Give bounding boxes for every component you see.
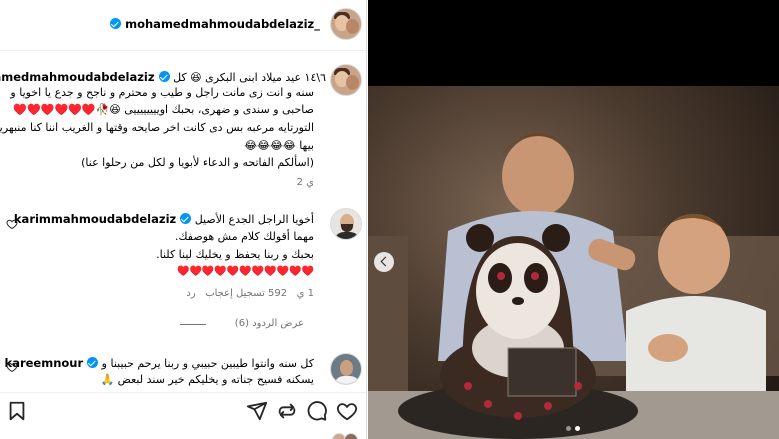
caption-line-6: (اسألكم الفاتحه و الدعاء لأبويا و لكل من…: [81, 156, 314, 169]
comment-2-username[interactable]: kareemnour: [5, 356, 99, 370]
comment-1-line-2: مهما أقولك كلام مش هوصفك.: [175, 230, 314, 243]
caption-line-4: التورتايه مرعبه بس دى كانت اخر صايحه وقت…: [0, 121, 314, 134]
comment-1-reply-button[interactable]: رد: [186, 288, 195, 299]
caption-line-3: صاحبى و سندى و ضهرى، بحبك اوييييييييى 😆🥀…: [13, 103, 314, 116]
header-divider: [0, 50, 366, 51]
comment-icon[interactable]: [306, 400, 328, 422]
previous-image-button[interactable]: [374, 252, 394, 272]
caption-line-2: سنه و انت زى مانت راجل و طيب و محترم و ن…: [10, 86, 314, 99]
comments-panel: mohamedmahmoudabdelaziz_ ٦\١٤ عيد ميلاد …: [0, 0, 367, 439]
comment-avatar-karim[interactable]: [330, 208, 362, 240]
comment-2-line-2: يسكنه فسيح جناته و يخليكم خير سند لبعض 🙏: [100, 373, 314, 386]
liked-by-avatar[interactable]: [344, 433, 358, 439]
comment-1-line-1: أخويا الراجل الجدع الأصيل karimmahmoudab…: [13, 212, 314, 226]
comment-1-time: 1 ي: [296, 288, 314, 299]
verified-badge-icon: [158, 71, 170, 82]
caption-username[interactable]: mohamedmahmoudabdelaziz_: [0, 70, 170, 84]
carousel-dot: [566, 426, 571, 431]
verified-badge-icon: [110, 18, 122, 29]
comment-1-username[interactable]: karimmahmoudabdelaziz: [14, 212, 192, 226]
repost-icon[interactable]: [276, 400, 298, 422]
heart-icon[interactable]: [336, 400, 358, 422]
verified-badge-icon: [180, 213, 192, 224]
header-username[interactable]: mohamedmahmoudabdelaziz_: [110, 17, 320, 31]
actions-divider: [0, 392, 366, 393]
bookmark-icon[interactable]: [6, 400, 28, 422]
post-photo[interactable]: [368, 86, 779, 439]
comment-1-meta: 1 ي 592 تسجيل إعجاب رد: [186, 288, 314, 299]
carousel-dot: [575, 426, 580, 431]
comment-1-likes[interactable]: 592 تسجيل إعجاب: [205, 288, 287, 299]
comment-1-line-3: بحبك و ربنا يحفظ و يخليك لينا كلنا.: [156, 248, 314, 261]
media-panel: [368, 0, 779, 439]
caption-line-5: بيها 😂😂😂😂: [244, 139, 314, 152]
caption-timestamp: 2 ي: [296, 177, 314, 188]
share-icon[interactable]: [246, 400, 268, 422]
view-replies-button[interactable]: عرض الردود (6): [235, 318, 304, 329]
verified-badge-icon: [87, 357, 99, 368]
comment-1-line-4: ♥️♥️♥️♥️♥️♥️♥️♥️♥️♥️♥️: [177, 266, 314, 277]
comment-like-heart-icon[interactable]: [6, 218, 18, 230]
caption-avatar[interactable]: [330, 64, 362, 96]
header-avatar[interactable]: [330, 8, 362, 40]
comment-avatar-kareem[interactable]: [330, 353, 362, 385]
comment-like-heart-icon[interactable]: [6, 361, 18, 373]
view-replies-line: [180, 324, 206, 325]
